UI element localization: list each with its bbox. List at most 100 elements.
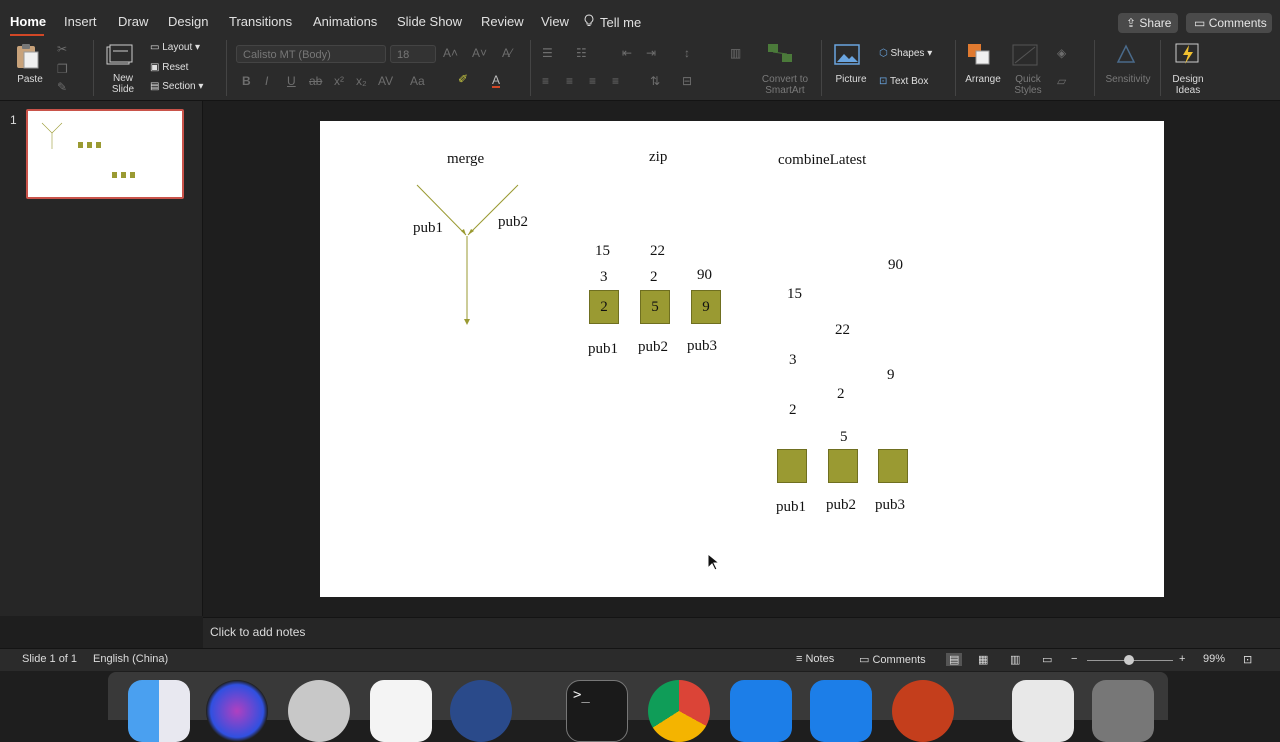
xcode-beta-icon[interactable] bbox=[810, 680, 872, 742]
bold-icon[interactable]: B bbox=[242, 74, 251, 88]
bullets-icon[interactable]: ☰ bbox=[542, 46, 553, 60]
reset-button[interactable]: ▣ Reset bbox=[150, 62, 188, 73]
layout-label: Layout bbox=[162, 42, 193, 53]
zoom-level[interactable]: 99% bbox=[1203, 653, 1225, 665]
tab-home[interactable]: Home bbox=[10, 14, 46, 29]
design-ideas-icon[interactable] bbox=[1174, 42, 1202, 69]
comments-button[interactable]: ▭ Comments bbox=[1186, 13, 1272, 33]
shape-outline-icon[interactable]: ▱ bbox=[1057, 74, 1066, 88]
format-painter-icon[interactable]: ✎ bbox=[57, 80, 67, 94]
slideshow-view-icon[interactable]: ▭ bbox=[1042, 653, 1052, 666]
reminders-icon[interactable] bbox=[370, 680, 432, 742]
character-spacing-icon[interactable]: AV bbox=[378, 74, 393, 88]
combinelatest-box-pub1 bbox=[777, 449, 807, 483]
tab-review[interactable]: Review bbox=[481, 14, 524, 29]
slide-thumbnail[interactable] bbox=[26, 109, 184, 199]
paste-icon[interactable] bbox=[14, 42, 40, 73]
combinelatest-value: 9 bbox=[887, 367, 895, 383]
columns-icon[interactable]: ▥ bbox=[730, 46, 741, 60]
font-size-select[interactable]: 18 bbox=[390, 45, 436, 63]
highlight-icon[interactable]: ✐ bbox=[458, 72, 468, 86]
fit-to-window-icon[interactable]: ⊡ bbox=[1243, 653, 1252, 666]
shrink-font-icon[interactable]: A˅ bbox=[472, 46, 487, 60]
combinelatest-title: combineLatest bbox=[778, 152, 867, 168]
text-direction-icon[interactable]: ⇅ bbox=[650, 74, 660, 88]
launchpad-icon[interactable] bbox=[288, 680, 350, 742]
powerpoint-icon[interactable] bbox=[892, 680, 954, 742]
archive-utility-icon[interactable] bbox=[1012, 680, 1074, 742]
subscript-icon[interactable]: x₂ bbox=[356, 74, 367, 88]
text-box-button[interactable]: ⊡ Text Box bbox=[879, 76, 928, 87]
change-case-icon[interactable]: Aa bbox=[410, 74, 425, 88]
combinelatest-value: 5 bbox=[840, 429, 848, 445]
slide-sorter-icon[interactable]: ▦ bbox=[978, 653, 988, 666]
section-button[interactable]: ▤ Section ▾ bbox=[150, 81, 203, 92]
tab-slide-show[interactable]: Slide Show bbox=[397, 14, 462, 29]
decrease-indent-icon[interactable]: ⇤ bbox=[622, 46, 632, 60]
comments-toggle[interactable]: ▭ Comments bbox=[859, 653, 926, 666]
tab-design[interactable]: Design bbox=[168, 14, 208, 29]
font-color-icon[interactable]: A bbox=[492, 74, 501, 88]
numbering-icon[interactable]: ☷ bbox=[576, 46, 587, 60]
zip-value: 22 bbox=[650, 243, 665, 259]
layout-button[interactable]: ▭ Layout ▾ bbox=[150, 42, 200, 53]
notes-toggle[interactable]: ≡ Notes bbox=[796, 653, 834, 665]
language-indicator[interactable]: English (China) bbox=[93, 653, 168, 665]
clear-formatting-icon[interactable]: A⁄ bbox=[502, 46, 512, 60]
tab-view[interactable]: View bbox=[541, 14, 569, 29]
title-bar bbox=[0, 0, 1280, 10]
line-spacing-icon[interactable]: ↕ bbox=[684, 46, 690, 60]
quick-styles-icon[interactable] bbox=[1012, 44, 1038, 69]
zip-pub3-label: pub3 bbox=[687, 338, 717, 354]
zip-value: 90 bbox=[697, 267, 712, 283]
font-name-select[interactable]: Calisto MT (Body) bbox=[236, 45, 386, 63]
grow-font-icon[interactable]: A˄ bbox=[443, 46, 458, 60]
cut-icon[interactable]: ✂ bbox=[57, 42, 67, 56]
tell-me-search[interactable]: Tell me bbox=[584, 14, 641, 30]
trash-icon[interactable] bbox=[1092, 680, 1154, 742]
increase-indent-icon[interactable]: ⇥ bbox=[646, 46, 656, 60]
terminal-icon[interactable]: >_ bbox=[566, 680, 628, 742]
strikethrough-icon[interactable]: ab bbox=[309, 74, 322, 88]
arrange-icon[interactable] bbox=[966, 42, 994, 69]
zoom-slider-thumb[interactable] bbox=[1124, 655, 1134, 665]
new-slide-icon[interactable] bbox=[106, 44, 134, 69]
zoom-in-icon[interactable]: + bbox=[1179, 653, 1185, 665]
tab-draw[interactable]: Draw bbox=[118, 14, 148, 29]
design-ideas-label: Design Ideas bbox=[1172, 74, 1204, 96]
tell-me-label: Tell me bbox=[600, 15, 642, 30]
quicktime-icon[interactable] bbox=[450, 680, 512, 742]
normal-view-icon[interactable]: ▤ bbox=[946, 653, 963, 666]
reading-view-icon[interactable]: ▥ bbox=[1010, 653, 1020, 666]
smartart-icon[interactable] bbox=[766, 42, 794, 67]
picture-icon[interactable] bbox=[834, 44, 862, 69]
comments-label: Comments bbox=[1208, 16, 1267, 30]
finder-icon[interactable] bbox=[128, 680, 190, 742]
convert-smartart-label: Convert to SmartArt bbox=[761, 74, 809, 96]
align-left-icon[interactable]: ≡ bbox=[542, 74, 549, 88]
combinelatest-box-pub2 bbox=[828, 449, 858, 483]
share-button[interactable]: ⇪ Share bbox=[1118, 13, 1178, 33]
sensitivity-icon[interactable] bbox=[1114, 42, 1138, 69]
text-box-label: Text Box bbox=[890, 76, 929, 87]
tab-insert[interactable]: Insert bbox=[64, 14, 97, 29]
xcode-icon[interactable] bbox=[730, 680, 792, 742]
tab-transitions[interactable]: Transitions bbox=[229, 14, 292, 29]
align-text-icon[interactable]: ⊟ bbox=[682, 74, 692, 88]
copy-icon[interactable]: ❐ bbox=[57, 62, 68, 76]
new-slide-label: New Slide bbox=[111, 73, 135, 95]
shapes-button[interactable]: ⬡ Shapes ▾ bbox=[879, 48, 932, 59]
notes-pane[interactable]: Click to add notes bbox=[203, 617, 1280, 648]
tab-animations[interactable]: Animations bbox=[313, 14, 377, 29]
superscript-icon[interactable]: x² bbox=[334, 74, 344, 88]
underline-icon[interactable]: U bbox=[287, 74, 296, 88]
justify-icon[interactable]: ≡ bbox=[612, 74, 619, 88]
chrome-icon[interactable] bbox=[648, 680, 710, 742]
siri-icon[interactable] bbox=[206, 680, 268, 742]
shape-fill-icon[interactable]: ◈ bbox=[1057, 46, 1066, 60]
align-right-icon[interactable]: ≡ bbox=[589, 74, 596, 88]
italic-icon[interactable]: I bbox=[265, 74, 268, 88]
zoom-out-icon[interactable]: − bbox=[1071, 653, 1077, 665]
align-center-icon[interactable]: ≡ bbox=[566, 74, 573, 88]
slide-1[interactable]: merge pub1 pub2 zip 15 22 3 2 90 2 5 9 p… bbox=[320, 121, 1164, 597]
